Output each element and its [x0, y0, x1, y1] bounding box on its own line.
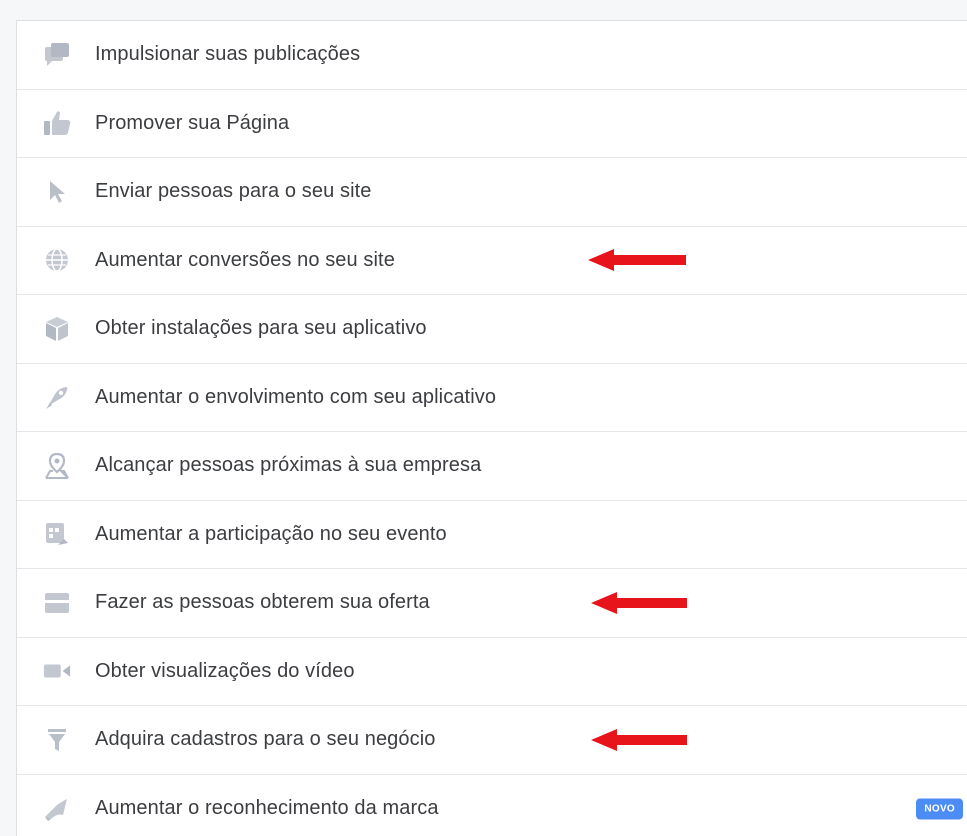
- red-arrow-annotation: [591, 728, 687, 751]
- boost-posts-icon: [43, 41, 71, 69]
- menu-item-label: Aumentar conversões no seu site: [95, 248, 395, 271]
- video-camera-icon: [43, 657, 71, 685]
- app-box-icon: [43, 315, 71, 343]
- objective-menu: Impulsionar suas publicações Promover su…: [16, 20, 967, 836]
- red-arrow-annotation: [588, 249, 686, 272]
- menu-item-label: Adquira cadastros para o seu negócio: [95, 728, 436, 751]
- menu-item-label: Impulsionar suas publicações: [95, 43, 361, 66]
- menu-item-event-responses[interactable]: Aumentar a participação no seu evento: [17, 501, 967, 569]
- menu-item-send-to-site[interactable]: Enviar pessoas para o seu site: [17, 158, 967, 227]
- calendar-icon: [43, 520, 71, 548]
- menu-item-label: Promover sua Página: [95, 111, 290, 134]
- menu-item-label: Fazer as pessoas obterem sua oferta: [95, 591, 430, 614]
- menu-item-label: Alcançar pessoas próximas à sua empresa: [95, 454, 482, 477]
- offer-icon: [43, 589, 71, 617]
- menu-item-offer-claims[interactable]: Fazer as pessoas obterem sua oferta: [17, 569, 967, 638]
- page: Impulsionar suas publicações Promover su…: [0, 0, 967, 836]
- new-badge: NOVO: [916, 798, 963, 820]
- location-pin-icon: [43, 452, 71, 480]
- red-arrow-annotation: [591, 591, 687, 614]
- thumbs-up-icon: [43, 109, 71, 137]
- menu-item-label: Aumentar o reconhecimento da marca: [95, 797, 439, 820]
- menu-item-label: Aumentar o envolvimento com seu aplicati…: [95, 385, 497, 408]
- menu-item-boost-posts[interactable]: Impulsionar suas publicações: [17, 21, 967, 90]
- menu-item-label: Obter visualizações do vídeo: [95, 659, 355, 682]
- menu-item-label: Aumentar a participação no seu evento: [95, 522, 447, 545]
- menu-item-label: Obter instalações para seu aplicativo: [95, 317, 427, 340]
- globe-icon: [43, 246, 71, 274]
- menu-item-local-reach[interactable]: Alcançar pessoas próximas à sua empresa: [17, 432, 967, 501]
- cursor-icon: [43, 178, 71, 206]
- menu-item-video-views[interactable]: Obter visualizações do vídeo: [17, 638, 967, 706]
- menu-item-brand-awareness[interactable]: Aumentar o reconhecimento da marca NOVO: [17, 775, 967, 836]
- menu-item-site-conversions[interactable]: Aumentar conversões no seu site: [17, 227, 967, 295]
- funnel-icon: [43, 726, 71, 754]
- menu-item-lead-generation[interactable]: Adquira cadastros para o seu negócio: [17, 706, 967, 775]
- megaphone-icon: [43, 795, 71, 823]
- menu-item-promote-page[interactable]: Promover sua Página: [17, 90, 967, 158]
- engagement-icon: [43, 383, 71, 411]
- menu-item-app-engagement[interactable]: Aumentar o envolvimento com seu aplicati…: [17, 364, 967, 432]
- menu-item-label: Enviar pessoas para o seu site: [95, 180, 372, 203]
- menu-item-app-installs[interactable]: Obter instalações para seu aplicativo: [17, 295, 967, 364]
